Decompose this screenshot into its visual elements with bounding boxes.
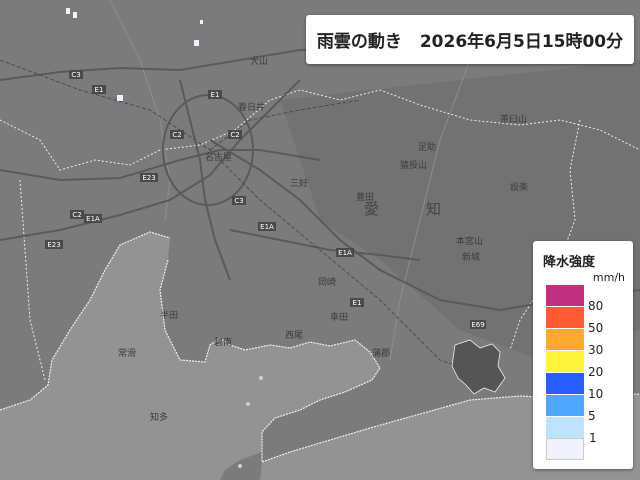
road-shield: E69 [470,320,486,329]
svg-text:C3: C3 [71,71,80,79]
road-shield: C2 [170,130,184,139]
svg-text:E1: E1 [95,86,104,94]
city-label: 常滑 [118,347,136,359]
road-shield: C3 [69,70,83,79]
legend-swatch: 1 [546,431,597,460]
legend-swatch: 30 [546,343,603,372]
svg-text:E1: E1 [211,91,220,99]
legend-level-label: 1 [589,431,597,445]
legend-unit: mm/h [592,271,625,284]
title-panel: 雨雲の動き 2026年6月5日15時00分 [306,15,634,64]
svg-text:E1A: E1A [338,249,352,257]
legend-level-label: 80 [588,299,604,313]
city-label: 蒲郡 [372,347,390,359]
svg-text:E1: E1 [353,299,362,307]
legend-swatch: 5 [546,409,596,438]
city-label: 新城 [462,251,480,263]
legend-title: 降水強度 [543,255,596,270]
legend-level-label: 30 [588,343,604,357]
city-label: 知多 [150,411,168,423]
legend-swatch: 80 [546,299,603,328]
city-label: 足助 [418,141,436,153]
road-shield: E1A [258,222,276,231]
city-label: 名古屋 [205,151,232,163]
road-shield: E1 [208,90,222,99]
city-label: 設楽 [510,181,528,193]
city-label: 本宮山 [456,235,483,247]
city-label: 茶臼山 [500,113,527,125]
legend-swatch-list: 80 50 30 20 10 5 1 [546,284,603,460]
svg-text:E23: E23 [47,241,60,249]
legend-swatch [546,284,584,306]
svg-text:E69: E69 [471,321,484,329]
road-shield: E1A [336,248,354,257]
svg-text:E1A: E1A [86,215,100,223]
precipitation-legend: 降水強度 mm/h 80 50 30 20 10 5 1 [533,241,633,469]
city-label: 幸田 [330,312,348,323]
observation-datetime: 2026年6月5日15時00分 [419,32,624,52]
city-label: 春日井 [238,101,265,113]
legend-swatch: 20 [546,365,603,394]
city-label: 岡崎 [318,276,336,288]
road-shield: E1 [92,85,106,94]
city-label: 犬山 [250,55,268,67]
svg-text:C2: C2 [72,211,81,219]
road-shield: E1A [84,214,102,223]
road-shield: C3 [232,196,246,205]
prefecture-label: 知 [426,200,441,218]
road-shield: C2 [70,210,84,219]
city-label: 西尾 [285,330,303,341]
legend-swatch: 50 [546,321,603,350]
city-label: 三好 [290,177,308,189]
road-shield: E23 [140,173,158,182]
legend-swatch: 10 [546,387,603,416]
svg-text:C2: C2 [230,131,239,139]
road-shield: C2 [228,130,242,139]
svg-text:E1A: E1A [260,223,274,231]
map-title: 雨雲の動き [316,32,402,52]
svg-text:E23: E23 [142,174,155,182]
legend-level-label: 20 [588,365,604,379]
city-label: 猿投山 [400,159,427,171]
road-shield: E1 [350,298,364,307]
legend-level-label: 50 [588,321,604,335]
city-label: 半田 [160,309,178,321]
city-label: 豊田 [356,191,374,203]
legend-level-label: 5 [588,409,596,423]
svg-text:C2: C2 [172,131,181,139]
legend-level-label: 10 [588,387,604,401]
road-shield: E23 [45,240,63,249]
svg-text:C3: C3 [234,197,243,205]
city-label: 碧南 [214,336,232,348]
